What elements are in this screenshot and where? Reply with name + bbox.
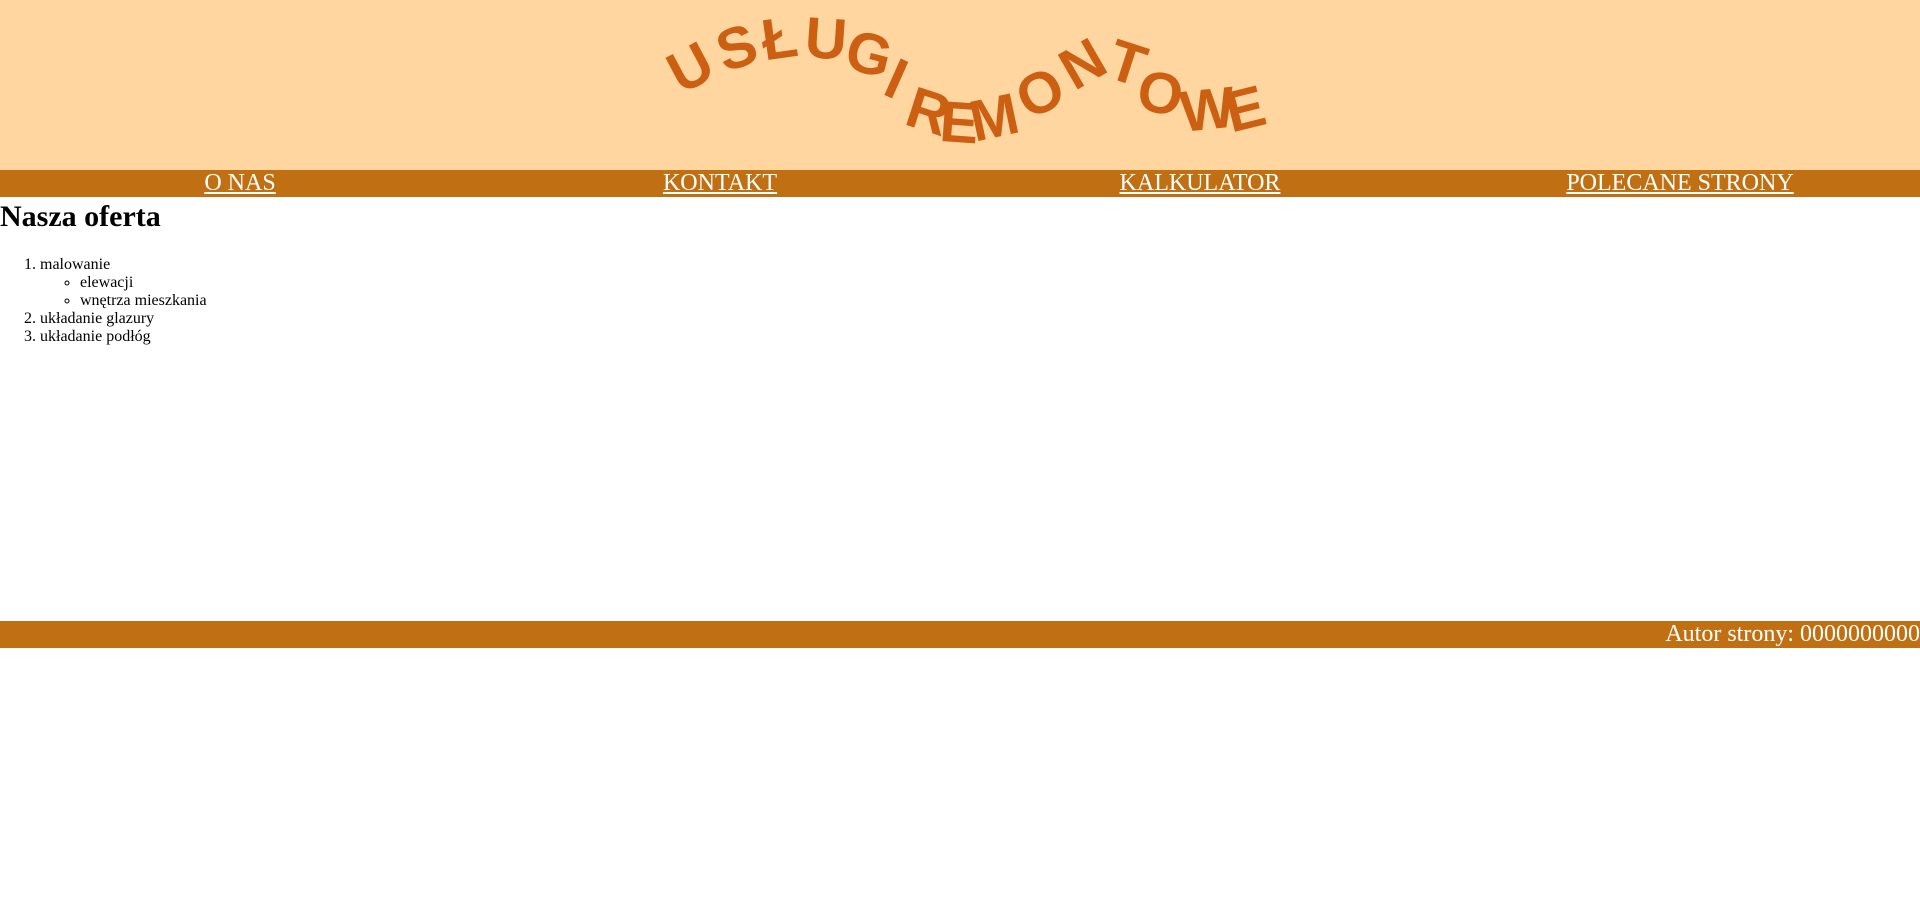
header-banner: U S Ł U G I R E M O N T O W E (0, 0, 1920, 170)
list-item: malowanie elewacji wnętrza mieszkania (40, 256, 1920, 310)
list-item: układanie podłóg (40, 328, 1920, 346)
main-navigation: O NAS KONTAKT KALKULATOR POLECANE STRONY (0, 170, 1920, 197)
footer: Autor strony: 0000000000 (0, 621, 1920, 648)
nav-link-kontakt[interactable]: KONTAKT (480, 170, 960, 197)
footer-author-text: Autor strony: 0000000000 (1665, 621, 1920, 647)
svg-text:U: U (803, 5, 849, 73)
list-item: układanie glazury (40, 310, 1920, 328)
offer-list: malowanie elewacji wnętrza mieszkania uk… (0, 256, 1920, 346)
list-item-label: malowanie (40, 256, 111, 273)
sub-list-item: wnętrza mieszkania (80, 292, 1920, 310)
sub-list: elewacji wnętrza mieszkania (40, 274, 1920, 310)
svg-text:Ł: Ł (757, 4, 801, 73)
sub-list-item: elewacji (80, 274, 1920, 292)
nav-link-polecane-strony[interactable]: POLECANE STRONY (1440, 170, 1920, 197)
nav-link-o-nas[interactable]: O NAS (0, 170, 480, 197)
nav-link-kalkulator[interactable]: KALKULATOR (960, 170, 1440, 197)
page-title: Nasza oferta (0, 200, 161, 233)
logo-image: U S Ł U G I R E M O N T O W E (657, 4, 1272, 157)
main-content: Nasza oferta malowanie elewacji wnętrza … (0, 197, 1920, 621)
